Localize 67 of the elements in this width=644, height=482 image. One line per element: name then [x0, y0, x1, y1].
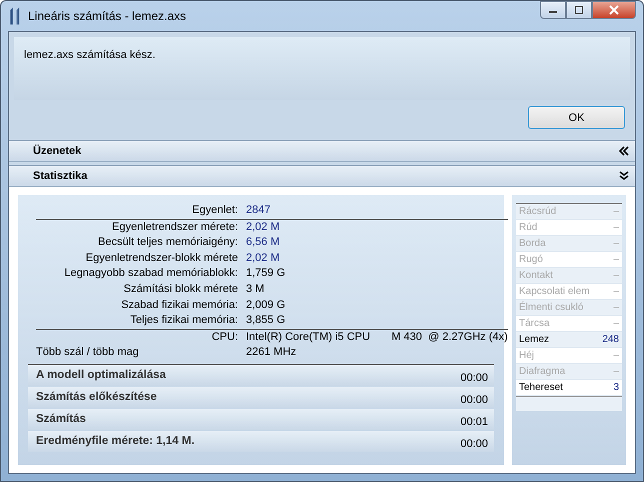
maximize-icon: [574, 5, 584, 15]
element-name: Kontakt: [519, 269, 553, 283]
minimize-button[interactable]: [540, 1, 566, 19]
phase-time: 00:00: [460, 437, 488, 450]
cpu-label: CPU:: [210, 330, 238, 345]
element-name: Rácsrúd: [519, 205, 556, 219]
element-count: –: [613, 349, 619, 363]
stat-label: Egyenletrendszer mérete:: [111, 220, 238, 235]
element-name: Tehereset: [519, 381, 563, 395]
element-count: –: [613, 269, 619, 283]
element-name: Héj: [519, 349, 534, 363]
element-name: Borda: [519, 237, 546, 251]
element-name: Rugó: [519, 253, 543, 267]
ok-button[interactable]: OK: [528, 106, 625, 129]
phase-time: 00:01: [460, 415, 488, 428]
stat-value: 3 M: [246, 282, 266, 297]
phase-time: 00:00: [460, 371, 488, 384]
element-name: Élmenti csukló: [519, 300, 584, 315]
app-logo-icon: [8, 7, 22, 25]
close-icon: [609, 5, 619, 15]
element-count: –: [613, 301, 619, 315]
window-title: Lineáris számítás - lemez.axs: [28, 9, 188, 23]
section-title: Üzenetek: [33, 145, 82, 157]
phase-label: Számítás: [36, 413, 86, 426]
stat-label: Becsült teljes memóriaigény:: [96, 235, 238, 250]
element-count: –: [613, 237, 619, 251]
stat-label: Számítási blokk mérete: [122, 282, 238, 297]
element-count: –: [613, 285, 619, 299]
element-count: –: [613, 205, 619, 219]
element-count: –: [613, 365, 619, 379]
element-count: –: [613, 253, 619, 267]
element-name: Lemez: [519, 333, 550, 347]
element-count: –: [613, 317, 619, 331]
section-header[interactable]: Statisztika: [9, 165, 635, 187]
phase-label: A modell optimalizálása: [36, 369, 166, 382]
stat-label: Legnagyobb szabad memóriablokk:: [63, 266, 238, 282]
double-chevron-left-icon: [619, 146, 629, 156]
section-header[interactable]: Üzenetek: [9, 140, 635, 162]
stat-value: 1,759 G: [246, 266, 286, 282]
phase-label: Számítás előkészítése: [36, 391, 157, 404]
close-button[interactable]: [592, 1, 636, 19]
stat-value: 2,02 M: [246, 220, 281, 235]
element-name: Rúd: [519, 221, 538, 235]
double-chevron-down-icon: [619, 171, 629, 181]
element-name: Tárcsa: [519, 317, 550, 331]
stat-value: 3,855 G: [246, 313, 286, 328]
cpu-value: Intel(R) Core(TM) i5 CPU M 430 @ 2.27GHz (4x): [246, 330, 508, 345]
phase-time: 00:00: [460, 393, 488, 406]
stat-label: Teljes fizikai memória:: [129, 313, 238, 328]
section-title: Statisztika: [33, 170, 88, 182]
stat-value: 2,009 G: [246, 298, 286, 313]
element-name: Diafragma: [519, 365, 566, 379]
processing-mode: Több szál / több mag: [35, 345, 140, 360]
stat-value: 2847: [246, 203, 272, 218]
phase-label: Eredményfile mérete: 1,14 M.: [36, 435, 195, 448]
stat-value: 2,02 M: [246, 250, 281, 266]
stat-label: Szabad fizikai memória:: [120, 298, 238, 313]
stat-label: Egyenletrendszer-blokk mérete: [84, 250, 238, 266]
element-count: 3: [613, 381, 619, 395]
message-text: lemez.axs számítása kész.: [24, 49, 156, 61]
stat-value: 6,56 M: [246, 235, 281, 250]
maximize-button[interactable]: [566, 1, 592, 19]
element-name: Kapcsolati elem: [519, 285, 590, 299]
element-count: 248: [602, 333, 619, 347]
element-count: –: [613, 221, 619, 235]
stat-label: Egyenlet:: [191, 203, 238, 218]
cpu-frequency: 2261 MHz: [246, 345, 298, 360]
